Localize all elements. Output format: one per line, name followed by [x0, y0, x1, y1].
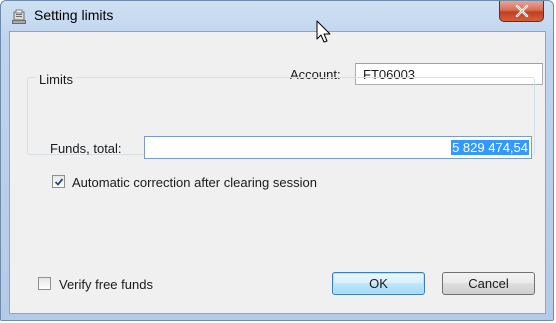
auto-correction-checkbox[interactable]	[52, 175, 65, 188]
app-icon	[11, 9, 27, 25]
close-icon	[515, 5, 529, 17]
close-button[interactable]	[499, 1, 544, 22]
funds-total-input[interactable]: 5 829 474,54	[144, 136, 532, 159]
funds-total-value: 5 829 474,54	[451, 140, 529, 155]
window-title: Setting limits	[34, 7, 114, 23]
checkmark-icon	[54, 178, 64, 186]
auto-correction-label[interactable]: Automatic correction after clearing sess…	[72, 175, 317, 190]
verify-free-funds-checkbox[interactable]	[38, 277, 51, 290]
funds-total-label: Funds, total:	[50, 141, 122, 156]
ok-button[interactable]: OK	[332, 272, 425, 295]
verify-free-funds-label[interactable]: Verify free funds	[59, 277, 153, 292]
cancel-button[interactable]: Cancel	[442, 272, 535, 295]
limits-group-label: Limits	[36, 72, 76, 87]
mouse-pointer-icon	[316, 20, 332, 46]
title-bar[interactable]: Setting limits	[1, 1, 553, 31]
dialog-window: Setting limits Account: FT06003 Limits F…	[0, 0, 554, 321]
